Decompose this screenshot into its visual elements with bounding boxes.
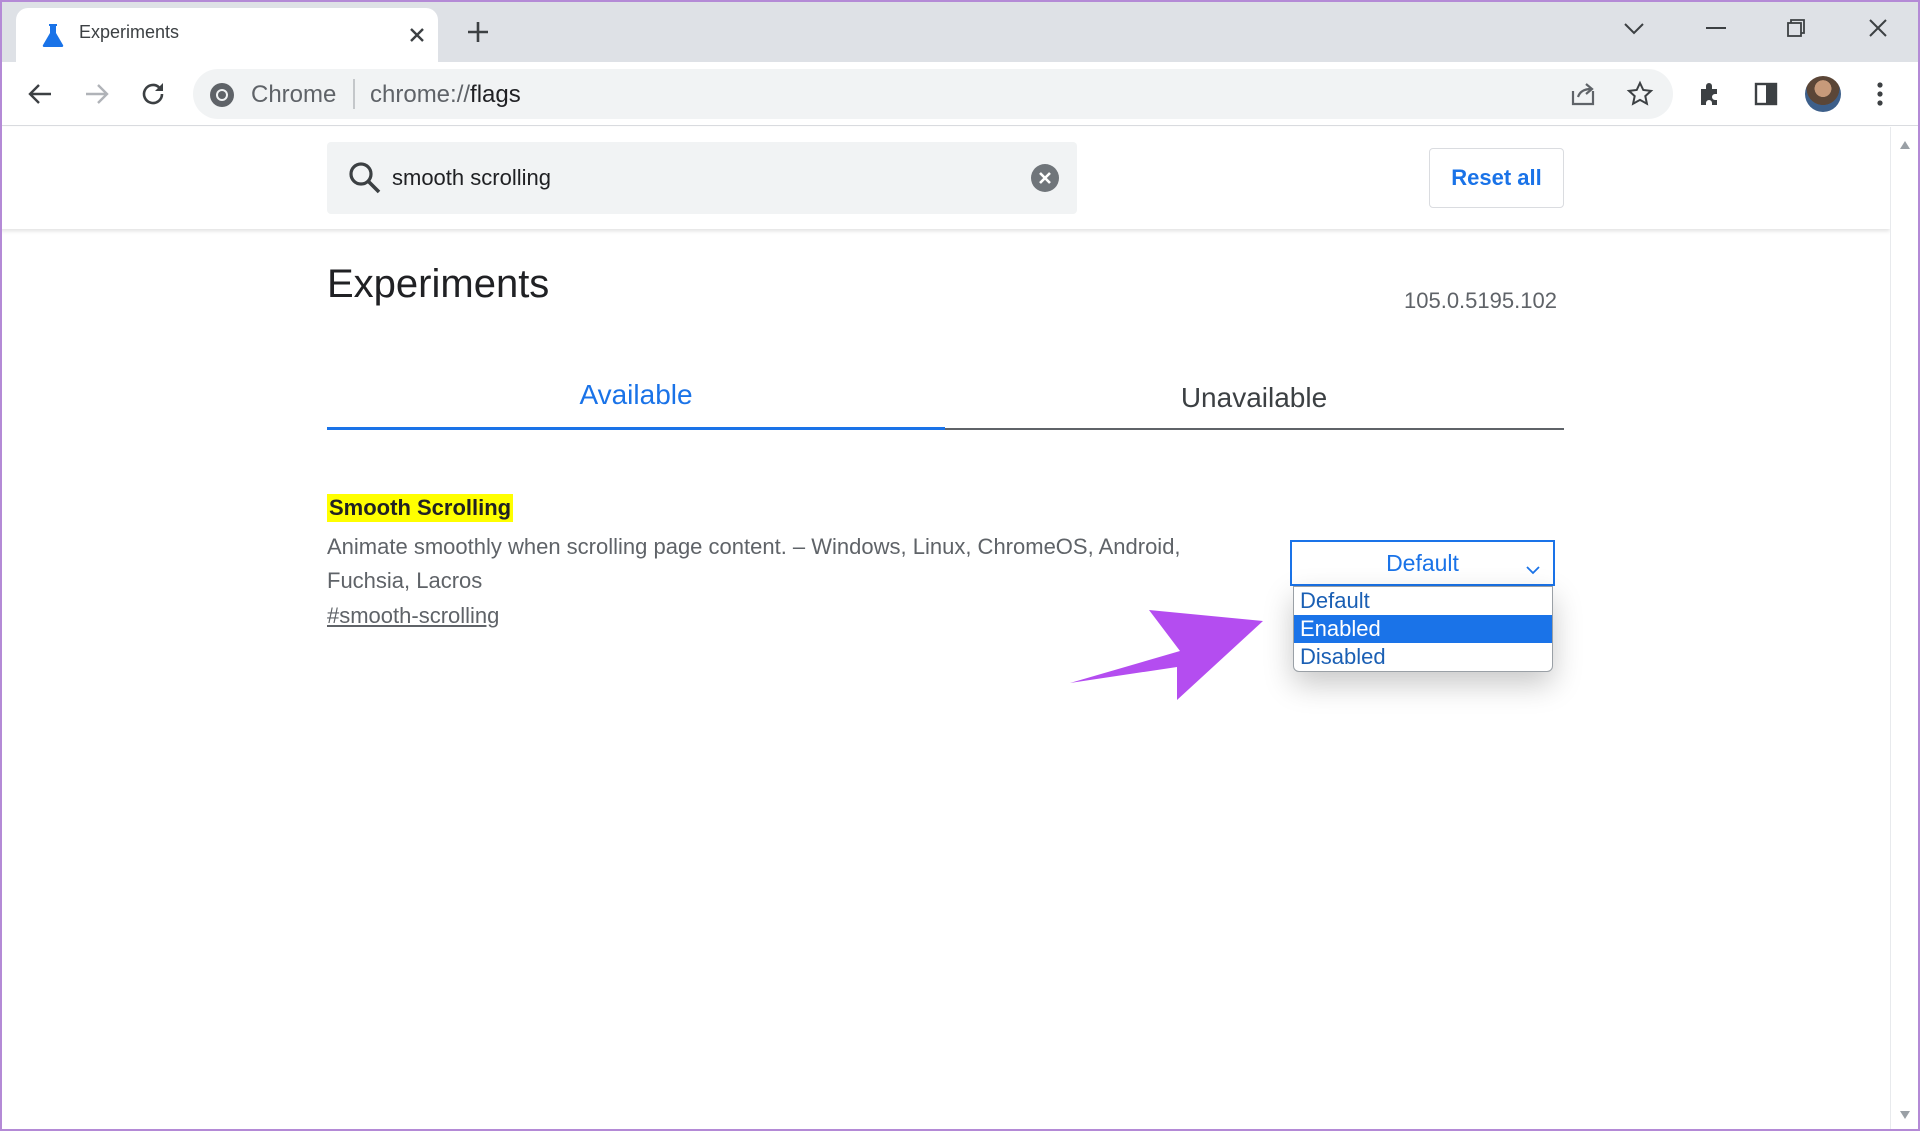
plus-icon[interactable] [458, 12, 498, 52]
search-input[interactable] [392, 142, 992, 214]
star-icon[interactable] [1620, 74, 1660, 114]
option-default[interactable]: Default [1294, 587, 1552, 615]
chevron-down-icon [1525, 556, 1541, 575]
tab-strip: Experiments [0, 0, 1920, 62]
search-box[interactable] [327, 142, 1077, 214]
select-value: Default [1386, 549, 1459, 576]
avatar[interactable] [1805, 76, 1841, 112]
chevron-down-icon[interactable] [1606, 8, 1662, 48]
browser-tab[interactable]: Experiments [16, 8, 438, 62]
flag-state-select[interactable]: Default [1290, 540, 1555, 586]
annotation-arrow [1070, 610, 1263, 700]
chrome-icon [209, 82, 235, 108]
flags-search-header: Reset all [0, 127, 1890, 229]
side-panel-icon[interactable] [1744, 72, 1788, 116]
url-scheme: chrome:// [370, 81, 471, 108]
search-icon [347, 160, 383, 196]
select-dropdown: Default Enabled Disabled [1293, 586, 1553, 672]
url-path: flags [470, 81, 521, 108]
close-icon[interactable] [400, 18, 434, 52]
omnibox-divider [353, 79, 355, 109]
scroll-up-icon[interactable] [1899, 137, 1911, 149]
flask-icon [38, 20, 68, 50]
version-label: 105.0.5195.102 [1404, 288, 1557, 313]
scroll-down-icon[interactable] [1899, 1107, 1911, 1119]
flags-tabs: Available Unavailable [327, 360, 1564, 430]
tab-available[interactable]: Available [327, 360, 945, 430]
tab-title: Experiments [79, 22, 180, 42]
flag-permalink[interactable]: #smooth-scrolling [327, 603, 499, 629]
share-icon[interactable] [1563, 74, 1603, 114]
scrollbar[interactable] [1890, 127, 1918, 1129]
minimize-icon[interactable] [1688, 8, 1744, 48]
restore-icon[interactable] [1768, 8, 1824, 48]
clear-search-icon[interactable] [1030, 163, 1060, 193]
option-enabled[interactable]: Enabled [1294, 615, 1552, 643]
close-icon[interactable] [1850, 8, 1906, 48]
tab-unavailable[interactable]: Unavailable [945, 360, 1563, 430]
url-text[interactable]: chrome://flags [370, 81, 521, 109]
more-vert-icon[interactable] [1858, 72, 1902, 116]
back-icon[interactable] [18, 72, 62, 116]
omnibox-label: Chrome [251, 81, 337, 108]
omnibox[interactable]: Chrome chrome://flags [193, 69, 1673, 119]
flag-name: Smooth Scrolling [327, 494, 514, 522]
reset-all-button[interactable]: Reset all [1429, 148, 1564, 208]
flag-description: Animate smoothly when scrolling page con… [327, 534, 1181, 593]
page-title: Experiments [327, 262, 550, 306]
option-disabled[interactable]: Disabled [1294, 643, 1552, 671]
reload-icon[interactable] [131, 72, 175, 116]
browser-toolbar: Chrome chrome://flags [0, 62, 1920, 126]
forward-icon[interactable] [75, 72, 119, 116]
extensions-icon[interactable] [1688, 72, 1732, 116]
